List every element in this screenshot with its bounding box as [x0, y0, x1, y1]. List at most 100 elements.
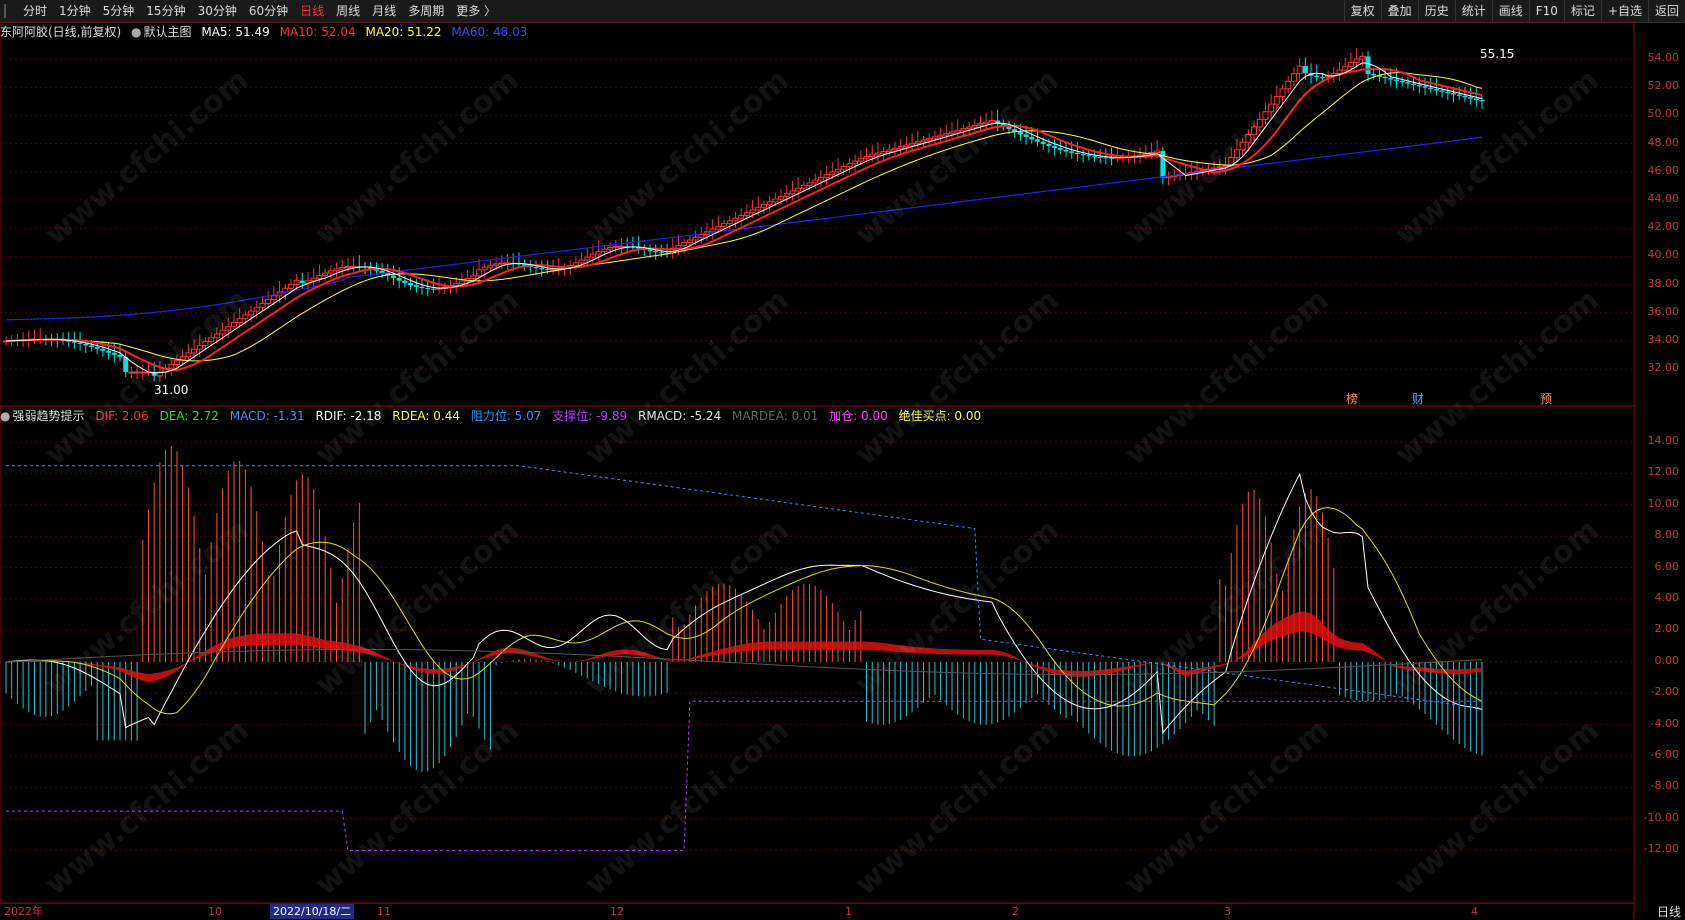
rdea-line [5, 507, 1483, 715]
candle-body [327, 270, 334, 274]
candle-body [253, 306, 260, 312]
candle-body [954, 129, 961, 133]
candle-body [1279, 88, 1286, 97]
candle-body [1359, 55, 1366, 60]
candle-body [1371, 74, 1377, 76]
candle-body [1439, 90, 1445, 92]
candle-body [1057, 147, 1063, 150]
candle-body [487, 264, 494, 268]
candle-body [1268, 103, 1275, 113]
event-marker: 财 [1412, 392, 1424, 406]
candle-body [1239, 141, 1246, 151]
candle-body [681, 242, 688, 246]
date-label: 12 [610, 905, 624, 918]
candle-body [880, 151, 887, 154]
candle-body [111, 352, 117, 355]
macd-tick-label: -6.00 [1650, 748, 1679, 761]
candle-body [726, 220, 733, 225]
price-tick-label: 50.00 [1647, 107, 1680, 121]
candle-body [202, 341, 209, 346]
candle-body [897, 146, 904, 149]
resist-line [6, 465, 1483, 709]
candle-body [914, 141, 921, 144]
candle-body [840, 165, 847, 170]
candle-body [425, 288, 431, 290]
macd-tick-label: 10.00 [1647, 496, 1680, 510]
chart-frame [0, 21, 1635, 904]
candle-body [1479, 99, 1485, 102]
candle-body [778, 195, 785, 200]
candle-body [772, 198, 779, 203]
candle-body [863, 155, 870, 159]
candle-body [1399, 80, 1405, 83]
candle-body [886, 149, 893, 153]
candle-body [612, 246, 619, 249]
candle-body [88, 345, 94, 348]
candle-body [960, 128, 967, 131]
candle-body [493, 263, 500, 266]
stock-chart-canvas[interactable]: 55.15 31.00 榜 财 预 [0, 0, 1685, 919]
candle-body [1034, 139, 1040, 142]
date-cursor-label: 2022/10/18/二 [270, 904, 355, 919]
candle-body [749, 209, 756, 214]
candle-body [783, 193, 790, 197]
candle-body [219, 329, 226, 335]
candle-body [168, 363, 175, 369]
candle-body [852, 160, 859, 165]
candle-body [270, 295, 277, 301]
candle-body [1411, 83, 1417, 85]
candle-body [971, 124, 978, 128]
period-corner-label[interactable]: 日线 [1657, 903, 1681, 920]
candle-body [1416, 84, 1422, 87]
date-label: 1 [845, 905, 852, 918]
date-label: 11 [377, 905, 391, 918]
candle-body [732, 217, 739, 222]
candle-body [1445, 91, 1451, 94]
candle-body [1342, 65, 1349, 71]
candle-body [835, 168, 842, 173]
candle-body [316, 275, 323, 279]
price-tick-label: 34.00 [1647, 333, 1680, 346]
support-line [6, 700, 1482, 851]
candle-body [903, 144, 910, 148]
candle-body [721, 223, 728, 227]
candle-body [874, 152, 881, 156]
candle-body [1233, 149, 1240, 158]
candle-body [755, 206, 762, 211]
candle-body [1256, 118, 1263, 128]
candle-body [675, 244, 682, 249]
candle-body [77, 342, 83, 344]
low-price-label: 31.00 [154, 383, 188, 397]
candle-body [265, 299, 272, 304]
candle-body [589, 253, 596, 258]
price-tick-label: 38.00 [1647, 276, 1680, 290]
candle-body [544, 269, 550, 271]
rdif-line [5, 472, 1483, 734]
candle-body [322, 272, 329, 277]
candle-body [1422, 86, 1428, 88]
date-label: 3 [1224, 905, 1231, 918]
candle-body [185, 352, 192, 358]
date-label: 2 [1012, 905, 1019, 918]
macd-tick-label: -4.00 [1650, 716, 1679, 730]
price-tick-label: 46.00 [1647, 163, 1680, 177]
macd-tick-label: 6.00 [1654, 559, 1680, 573]
candle-body [128, 371, 135, 374]
candle-body [333, 268, 340, 272]
date-label: 4 [1471, 905, 1478, 918]
candle-body [817, 176, 824, 181]
candle-body [173, 360, 180, 365]
candle-body [242, 314, 249, 320]
candle-body [1245, 134, 1252, 143]
candle-body [1103, 157, 1109, 159]
candle-body [692, 236, 699, 241]
macd-tick-label: 8.00 [1654, 528, 1680, 542]
event-marker: 预 [1540, 392, 1552, 406]
candle-body [1069, 151, 1075, 153]
macd-tick-label: 4.00 [1654, 591, 1680, 604]
candle-body [1006, 126, 1012, 130]
price-tick-label: 52.00 [1647, 79, 1680, 93]
candle-body [408, 283, 414, 286]
candle-body [1456, 94, 1462, 96]
candle-body [476, 269, 483, 277]
